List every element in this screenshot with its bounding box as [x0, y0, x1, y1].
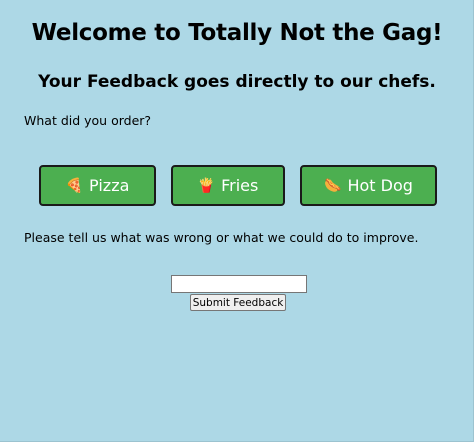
page-subtitle: Your Feedback goes directly to our chefs…	[38, 72, 436, 92]
feedback-input[interactable]	[171, 275, 307, 293]
pizza-icon: 🍕	[65, 177, 84, 194]
fries-button[interactable]: 🍟 Fries	[171, 165, 285, 206]
hotdog-icon: 🌭	[324, 177, 342, 194]
pizza-button[interactable]: 🍕 Pizza	[39, 165, 156, 206]
pizza-button-label: Pizza	[89, 176, 130, 195]
hotdog-button[interactable]: 🌭 Hot Dog	[300, 165, 437, 206]
feedback-prompt: Please tell us what was wrong or what we…	[24, 230, 419, 245]
page-title: Welcome to Totally Not the Gag!	[31, 20, 443, 46]
fries-button-label: Fries	[221, 176, 259, 195]
submit-feedback-button[interactable]: Submit Feedback	[190, 294, 286, 311]
hotdog-button-label: Hot Dog	[347, 176, 413, 195]
fries-icon: 🍟	[197, 177, 216, 194]
order-question: What did you order?	[24, 113, 152, 128]
